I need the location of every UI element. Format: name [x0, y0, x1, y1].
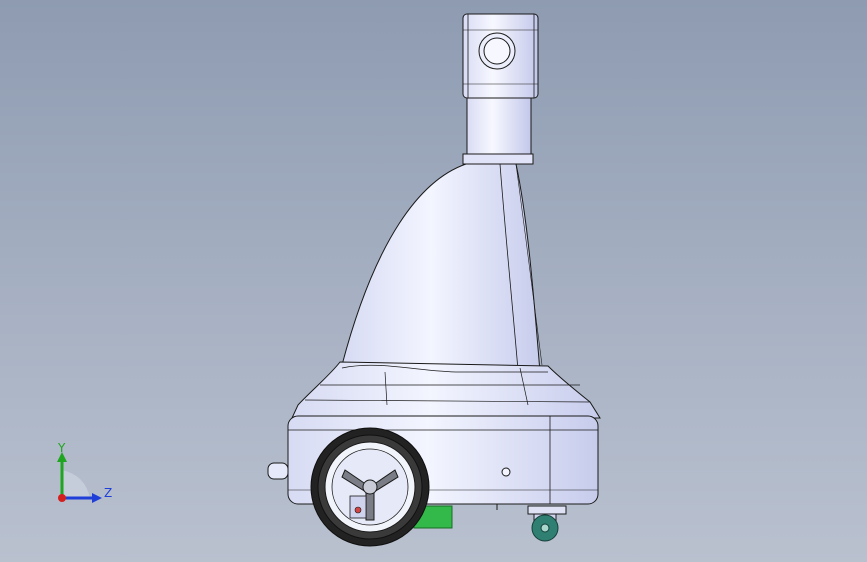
robot-base-skirt	[291, 361, 601, 419]
rear-connector	[267, 462, 289, 480]
y-axis-label: Y	[57, 441, 66, 455]
base-port-icon	[501, 467, 511, 477]
orientation-triad: Y Z	[57, 441, 112, 503]
caster-wheel	[527, 505, 567, 542]
robot-fin-body	[341, 163, 543, 373]
x-axis-origin	[58, 494, 66, 502]
drive-wheel	[310, 427, 430, 547]
robot-head	[462, 13, 539, 99]
z-axis-label: Z	[104, 486, 112, 500]
cad-viewport[interactable]	[0, 0, 867, 562]
triad-plane	[62, 470, 90, 498]
robot-neck	[462, 97, 534, 165]
